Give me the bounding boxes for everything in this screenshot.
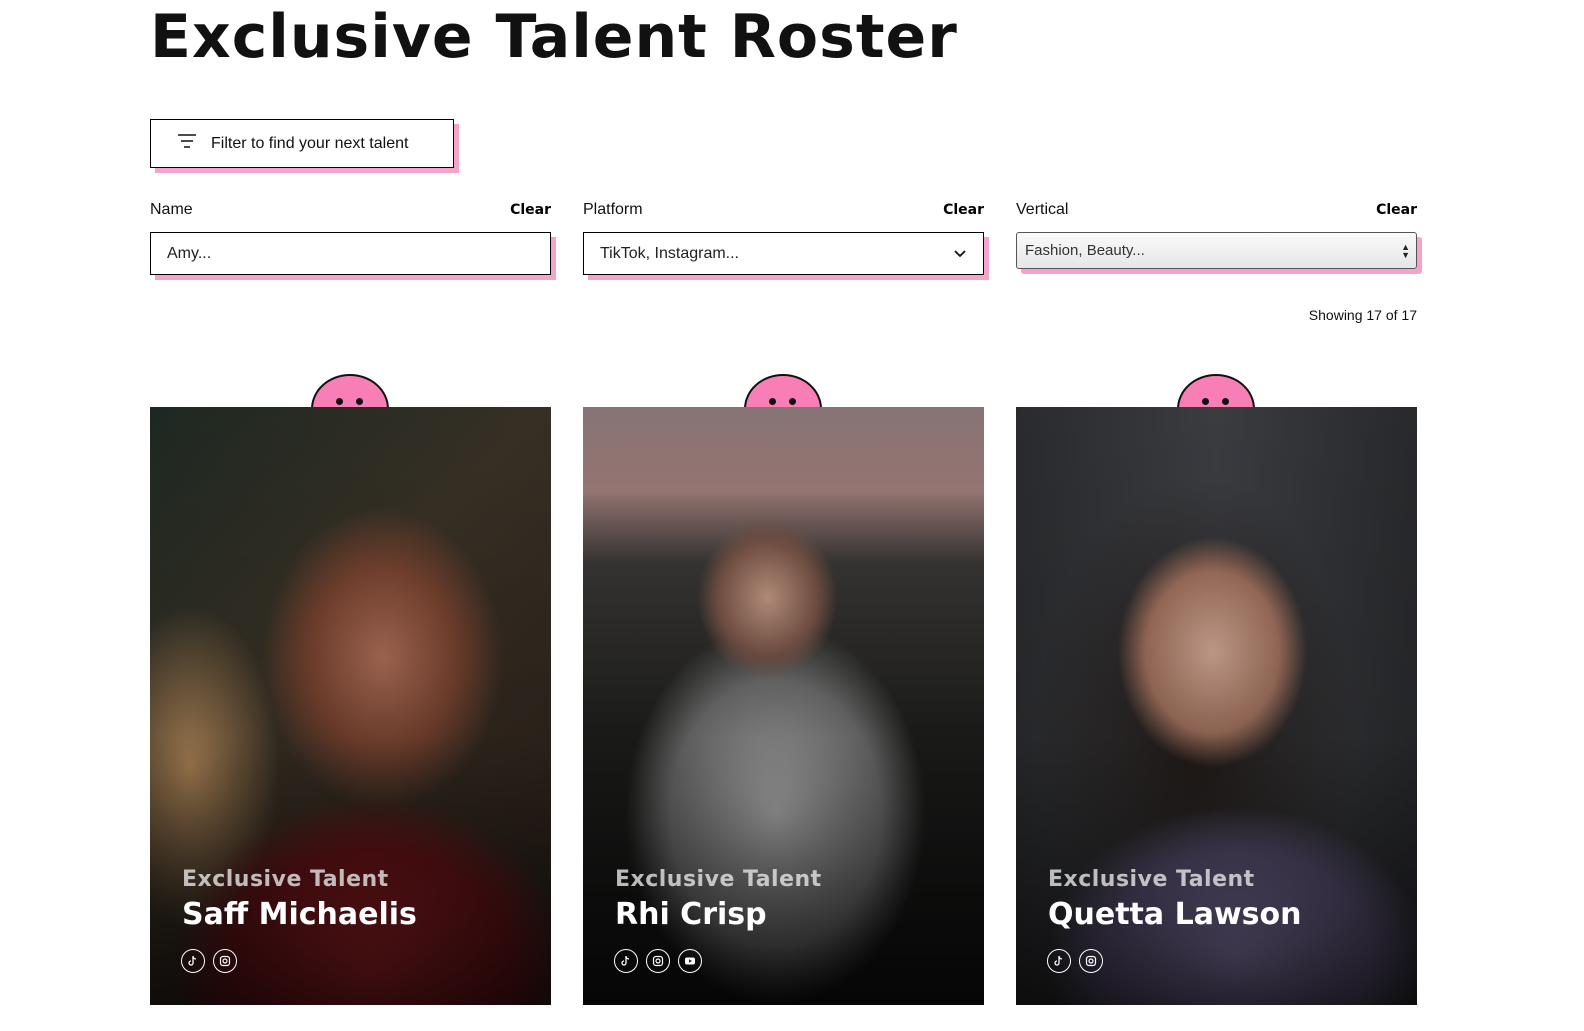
results-count: Showing 17 of 17 [1308,307,1417,323]
talent-name: Quetta Lawson [1048,897,1302,932]
name-input[interactable]: Amy... [150,232,551,275]
tiktok-icon[interactable] [181,949,205,973]
name-clear-button[interactable]: Clear [510,202,551,218]
talent-socials [181,949,237,973]
platform-clear-button[interactable]: Clear [943,202,984,218]
chevron-down-icon [953,245,967,263]
instagram-icon[interactable] [646,949,670,973]
talent-card-wrapper: Exclusive Talent Rhi Crisp [583,374,984,1005]
talent-card[interactable]: Exclusive Talent Quetta Lawson [1016,407,1417,1005]
filter-icon [177,133,197,154]
filter-toggle-button[interactable]: Filter to find your next talent [150,119,454,168]
talent-name: Saff Michaelis [182,897,417,932]
filter-toggle-label: Filter to find your next talent [211,134,409,152]
vertical-select-placeholder: Fashion, Beauty... [1025,242,1145,259]
talent-name: Rhi Crisp [615,897,767,932]
vertical-filter: Vertical Clear Fashion, Beauty... ▲ ▼ [1016,201,1417,269]
talent-card-wrapper: Exclusive Talent Saff Michaelis [150,374,551,1005]
talent-socials [614,949,702,973]
vertical-filter-label: Vertical [1016,201,1069,218]
vertical-select[interactable]: Fashion, Beauty... ▲ ▼ [1016,232,1417,269]
tiktok-icon[interactable] [1047,949,1071,973]
talent-eyebrow: Exclusive Talent [182,867,389,892]
instagram-icon[interactable] [213,949,237,973]
youtube-icon[interactable] [678,949,702,973]
talent-eyebrow: Exclusive Talent [1048,867,1255,892]
page-title: Exclusive Talent Roster [150,2,958,72]
name-filter: Name Clear Amy... [150,201,551,275]
talent-socials [1047,949,1103,973]
platform-select[interactable]: TikTok, Instagram... [583,232,984,275]
name-filter-label: Name [150,201,193,218]
platform-filter: Platform Clear TikTok, Instagram... [583,201,984,275]
talent-card[interactable]: Exclusive Talent Rhi Crisp [583,407,984,1005]
name-input-placeholder: Amy... [167,244,212,262]
instagram-icon[interactable] [1079,949,1103,973]
tiktok-icon[interactable] [614,949,638,973]
vertical-clear-button[interactable]: Clear [1376,202,1417,218]
platform-filter-label: Platform [583,201,643,218]
talent-eyebrow: Exclusive Talent [615,867,822,892]
select-arrows-icon: ▲ ▼ [1401,241,1410,260]
talent-card-wrapper: Exclusive Talent Quetta Lawson [1016,374,1417,1005]
platform-select-placeholder: TikTok, Instagram... [600,244,739,262]
talent-card[interactable]: Exclusive Talent Saff Michaelis [150,407,551,1005]
